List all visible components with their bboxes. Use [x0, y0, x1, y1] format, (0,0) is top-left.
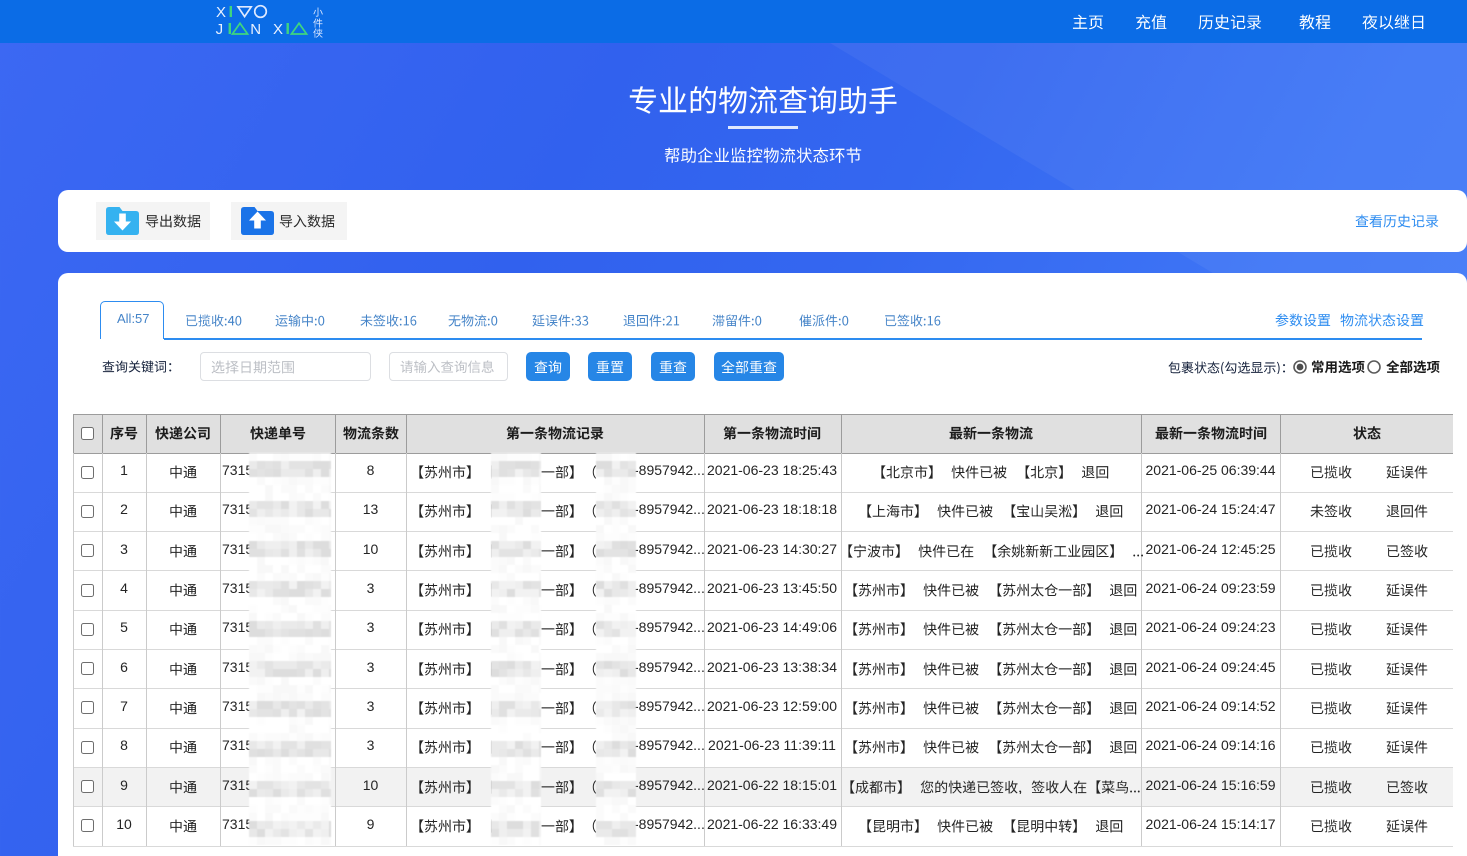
- svg-text:X: X: [216, 4, 226, 21]
- svg-text:J: J: [216, 21, 224, 38]
- svg-text:X: X: [273, 21, 283, 38]
- svg-text:N: N: [250, 21, 261, 38]
